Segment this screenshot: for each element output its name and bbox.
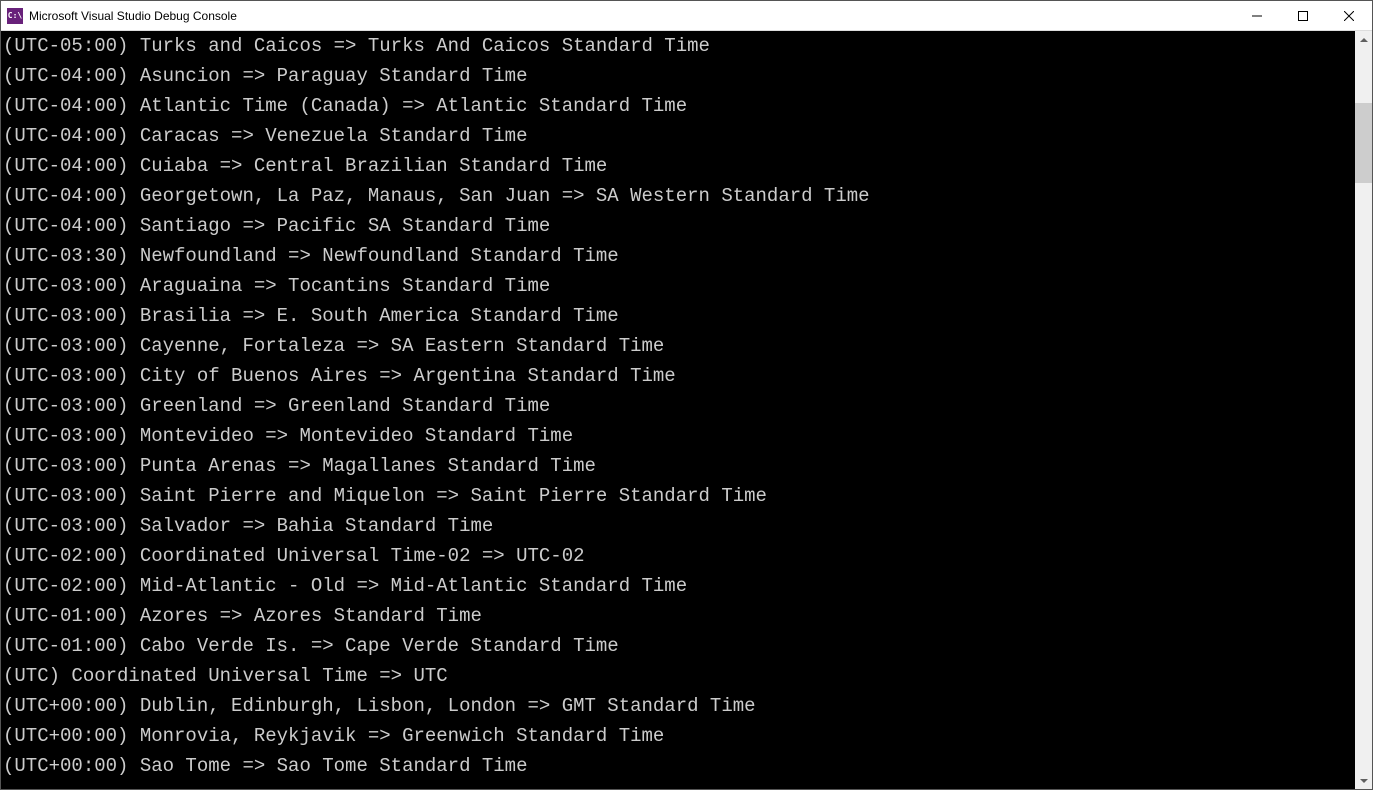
- chevron-down-icon: [1360, 779, 1368, 783]
- console-area: (UTC-05:00) Turks and Caicos => Turks An…: [1, 31, 1372, 789]
- console-line: (UTC-03:00) Saint Pierre and Miquelon =>…: [3, 481, 1355, 511]
- console-line: (UTC-04:00) Cuiaba => Central Brazilian …: [3, 151, 1355, 181]
- console-line: (UTC-05:00) Turks and Caicos => Turks An…: [3, 31, 1355, 61]
- console-line: (UTC-01:00) Azores => Azores Standard Ti…: [3, 601, 1355, 631]
- scroll-track[interactable]: [1355, 48, 1372, 772]
- console-line: (UTC-03:00) Montevideo => Montevideo Sta…: [3, 421, 1355, 451]
- console-line: (UTC-01:00) Cabo Verde Is. => Cape Verde…: [3, 631, 1355, 661]
- chevron-up-icon: [1360, 38, 1368, 42]
- close-icon: [1344, 11, 1354, 21]
- minimize-icon: [1252, 11, 1262, 21]
- console-line: (UTC-04:00) Asuncion => Paraguay Standar…: [3, 61, 1355, 91]
- console-line: (UTC-03:00) Greenland => Greenland Stand…: [3, 391, 1355, 421]
- console-line: (UTC-03:30) Newfoundland => Newfoundland…: [3, 241, 1355, 271]
- console-line: (UTC-03:00) Salvador => Bahia Standard T…: [3, 511, 1355, 541]
- console-line: (UTC-04:00) Atlantic Time (Canada) => At…: [3, 91, 1355, 121]
- console-line: (UTC-02:00) Coordinated Universal Time-0…: [3, 541, 1355, 571]
- console-line: (UTC-03:00) Brasilia => E. South America…: [3, 301, 1355, 331]
- console-line: (UTC-03:00) Araguaina => Tocantins Stand…: [3, 271, 1355, 301]
- maximize-icon: [1298, 11, 1308, 21]
- console-line: (UTC-02:00) Mid-Atlantic - Old => Mid-At…: [3, 571, 1355, 601]
- maximize-button[interactable]: [1280, 1, 1326, 30]
- minimize-button[interactable]: [1234, 1, 1280, 30]
- app-icon: C:\: [7, 8, 23, 24]
- console-line: (UTC-03:00) Punta Arenas => Magallanes S…: [3, 451, 1355, 481]
- scroll-thumb[interactable]: [1355, 103, 1372, 183]
- window-titlebar: C:\ Microsoft Visual Studio Debug Consol…: [1, 1, 1372, 31]
- close-button[interactable]: [1326, 1, 1372, 30]
- vertical-scrollbar[interactable]: [1355, 31, 1372, 789]
- scroll-up-arrow[interactable]: [1355, 31, 1372, 48]
- console-line: (UTC+00:00) Dublin, Edinburgh, Lisbon, L…: [3, 691, 1355, 721]
- console-line: (UTC-04:00) Georgetown, La Paz, Manaus, …: [3, 181, 1355, 211]
- console-line: (UTC-03:00) City of Buenos Aires => Arge…: [3, 361, 1355, 391]
- window-title: Microsoft Visual Studio Debug Console: [29, 9, 1234, 23]
- console-output[interactable]: (UTC-05:00) Turks and Caicos => Turks An…: [1, 31, 1355, 789]
- scroll-down-arrow[interactable]: [1355, 772, 1372, 789]
- console-line: (UTC-04:00) Caracas => Venezuela Standar…: [3, 121, 1355, 151]
- console-line: (UTC+00:00) Monrovia, Reykjavik => Green…: [3, 721, 1355, 751]
- console-line: (UTC+00:00) Sao Tome => Sao Tome Standar…: [3, 751, 1355, 781]
- console-line: (UTC-03:00) Cayenne, Fortaleza => SA Eas…: [3, 331, 1355, 361]
- console-line: (UTC-04:00) Santiago => Pacific SA Stand…: [3, 211, 1355, 241]
- console-line: (UTC) Coordinated Universal Time => UTC: [3, 661, 1355, 691]
- window-controls: [1234, 1, 1372, 30]
